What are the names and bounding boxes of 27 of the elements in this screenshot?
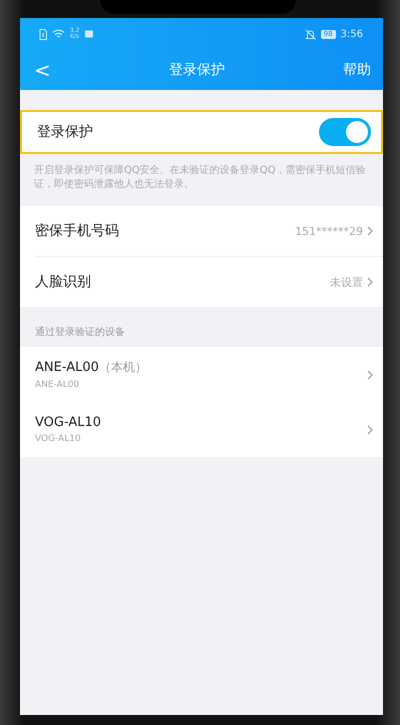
device-name: VOG-AL10 (35, 415, 102, 430)
device-note: （本机） (98, 360, 147, 374)
wifi-icon (52, 29, 65, 39)
setting-label: 人脸识别 (35, 273, 92, 291)
chevron-right-icon (367, 370, 373, 380)
page-title: 登录保护 (168, 61, 225, 79)
setting-label: 登录保护 (37, 123, 93, 141)
setting-row[interactable]: 人脸识别 未设置 (35, 257, 383, 307)
setting-value: 未设置 (330, 274, 363, 290)
sim-card-icon (39, 28, 47, 40)
chevron-right-icon (367, 277, 373, 287)
section-header: 通过登录验证的设备 (34, 326, 126, 340)
setting-label: 密保手机号码 (35, 222, 120, 240)
description-text: 开启登录保护可保障QQ安全。在未验证的设备登录QQ，需密保手机短信验证，即使密码泄露他人也无法登录。 (33, 164, 366, 192)
chevron-right-icon (367, 226, 373, 236)
toggle-switch[interactable] (319, 118, 371, 146)
device-name: ANE-AL00 (35, 360, 99, 375)
device-model: VOG-AL10 (35, 434, 82, 444)
notification-icon (84, 30, 93, 38)
setting-row[interactable]: 密保手机号码 151******29 (35, 206, 383, 257)
clock: 3:56 (340, 28, 363, 40)
device-model: ANE-AL00 (35, 380, 80, 390)
chevron-right-icon (367, 424, 373, 434)
setting-value: 151******29 (295, 224, 363, 238)
device-row[interactable]: VOG-AL10 VOG-AL10 (20, 402, 383, 457)
bell-off-icon (304, 28, 316, 40)
device-row[interactable]: ANE-AL00（本机） ANE-AL00 (20, 347, 383, 402)
